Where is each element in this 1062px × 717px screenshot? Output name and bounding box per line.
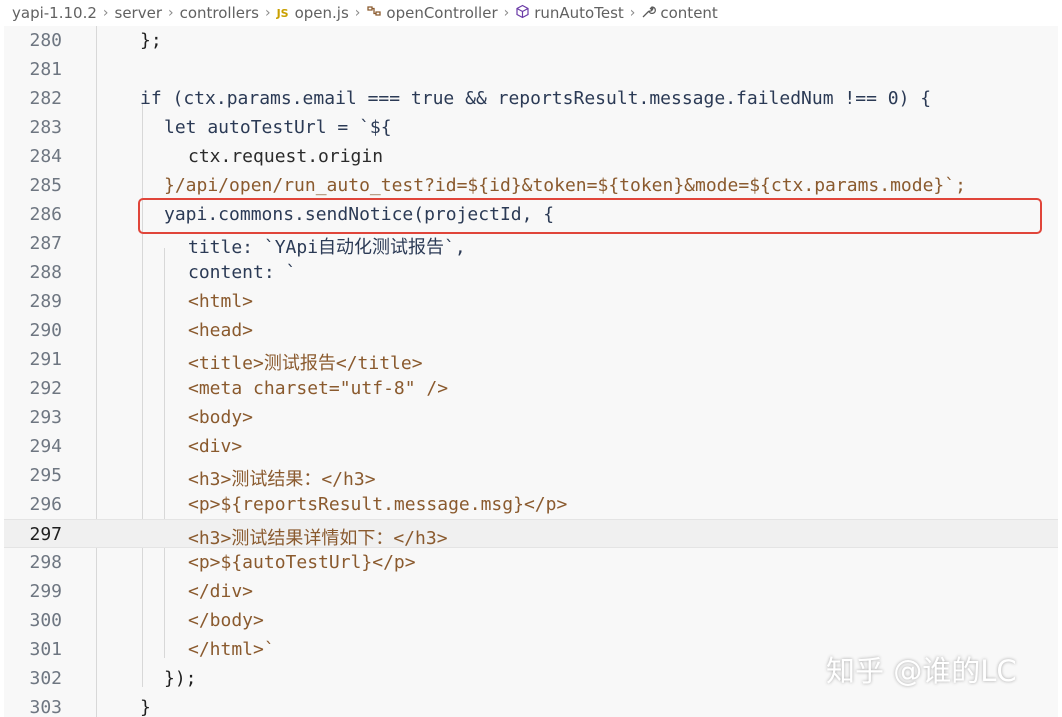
breadcrumb-root[interactable]: yapi-1.10.2 — [12, 4, 97, 22]
breadcrumb-server[interactable]: server — [115, 4, 162, 22]
chevron-right-icon: › — [503, 5, 510, 21]
code-text: let autoTestUrl = `${ — [164, 117, 392, 138]
chevron-right-icon: › — [354, 5, 361, 21]
watermark: 知乎 @谁的LC — [826, 654, 1017, 688]
code-line[interactable]: 294 <div> — [4, 432, 1058, 461]
code-line[interactable]: 283 let autoTestUrl = `${ — [4, 113, 1058, 142]
breadcrumb-class[interactable]: openController — [386, 4, 497, 22]
chevron-right-icon: › — [167, 5, 174, 21]
code-editor[interactable]: 280 }; 281 282 if (ctx.params.email === … — [4, 26, 1058, 717]
js-file-icon: JS — [276, 6, 289, 20]
code-line[interactable]: 289 <html> — [4, 287, 1058, 316]
code-text: content: ` — [188, 262, 297, 283]
line-number: 299 — [29, 581, 62, 602]
line-number: 300 — [29, 610, 62, 631]
line-number: 291 — [29, 349, 62, 370]
class-icon — [366, 4, 382, 22]
code-line[interactable]: 282 if (ctx.params.email === true && rep… — [4, 84, 1058, 113]
line-number: 290 — [29, 320, 62, 341]
line-number: 287 — [29, 233, 62, 254]
line-number: 289 — [29, 291, 62, 312]
method-cube-icon — [515, 4, 530, 23]
code-text: <html> — [188, 291, 254, 312]
line-number: 294 — [29, 436, 62, 457]
code-text: <head> — [188, 320, 254, 341]
code-text: } — [140, 697, 151, 717]
line-number: 285 — [29, 175, 62, 196]
line-number: 297 — [29, 524, 62, 545]
line-number: 293 — [29, 407, 62, 428]
line-number: 303 — [29, 697, 62, 717]
code-text: <div> — [188, 436, 243, 457]
line-number: 288 — [29, 262, 62, 283]
line-number: 282 — [29, 88, 62, 109]
code-line[interactable]: 281 — [4, 55, 1058, 84]
breadcrumb: yapi-1.10.2 › server › controllers › JS … — [0, 0, 1062, 26]
line-number: 284 — [29, 146, 62, 167]
code-line[interactable]: 295 <h3>测试结果：</h3> — [4, 461, 1058, 490]
wrench-icon — [641, 4, 657, 23]
code-line[interactable]: 288 content: ` — [4, 258, 1058, 287]
code-line[interactable]: 293 <body> — [4, 403, 1058, 432]
code-line[interactable]: 285 }/api/open/run_auto_test?id=${id}&to… — [4, 171, 1058, 200]
line-number: 281 — [29, 59, 62, 80]
code-text: title: `YApi自动化测试报告`, — [188, 237, 466, 258]
highlight-annotation-box — [138, 198, 1042, 234]
code-text: }/api/open/run_auto_test?id=${id}&token=… — [164, 175, 966, 196]
code-text: </body> — [188, 610, 264, 631]
code-text: <body> — [188, 407, 254, 428]
code-text: <p>${reportsResult.message.msg}</p> — [188, 494, 568, 515]
code-line-active[interactable]: 297 <h3>测试结果详情如下：</h3> — [4, 519, 1058, 549]
breadcrumb-controllers[interactable]: controllers — [180, 4, 259, 22]
code-text: </html>` — [188, 639, 275, 660]
code-line[interactable]: 303 } — [4, 693, 1058, 717]
code-text: }; — [140, 30, 162, 51]
line-number: 280 — [29, 30, 62, 51]
line-number: 295 — [29, 465, 62, 486]
chevron-right-icon: › — [629, 5, 636, 21]
line-number: 296 — [29, 494, 62, 515]
code-text: <h3>测试结果详情如下：</h3> — [188, 528, 448, 549]
code-line[interactable]: 284 ctx.request.origin — [4, 142, 1058, 171]
line-number: 286 — [29, 204, 62, 225]
chevron-right-icon: › — [264, 5, 271, 21]
code-text: <title>测试报告</title> — [188, 353, 423, 374]
breadcrumb-property[interactable]: content — [660, 4, 717, 22]
code-text: if (ctx.params.email === true && reports… — [140, 88, 932, 109]
line-number: 292 — [29, 378, 62, 399]
code-text: <p>${autoTestUrl}</p> — [188, 552, 416, 573]
code-text: <h3>测试结果：</h3> — [188, 469, 376, 490]
code-line[interactable]: 298 <p>${autoTestUrl}</p> — [4, 548, 1058, 577]
line-number: 302 — [29, 668, 62, 689]
breadcrumb-file[interactable]: open.js — [295, 4, 349, 22]
code-text: }); — [164, 668, 197, 689]
code-line[interactable]: 300 </body> — [4, 606, 1058, 635]
line-number: 298 — [29, 552, 62, 573]
line-number: 283 — [29, 117, 62, 138]
code-line[interactable]: 299 </div> — [4, 577, 1058, 606]
code-line[interactable]: 292 <meta charset="utf-8" /> — [4, 374, 1058, 403]
code-line[interactable]: 296 <p>${reportsResult.message.msg}</p> — [4, 490, 1058, 519]
line-number: 301 — [29, 639, 62, 660]
breadcrumb-method[interactable]: runAutoTest — [534, 4, 624, 22]
code-line[interactable]: 290 <head> — [4, 316, 1058, 345]
code-line[interactable]: 280 }; — [4, 26, 1058, 55]
chevron-right-icon: › — [102, 5, 109, 21]
code-text: </div> — [188, 581, 254, 602]
code-line[interactable]: 291 <title>测试报告</title> — [4, 345, 1058, 374]
code-text: ctx.request.origin — [188, 146, 384, 167]
code-text: <meta charset="utf-8" /> — [188, 378, 449, 399]
